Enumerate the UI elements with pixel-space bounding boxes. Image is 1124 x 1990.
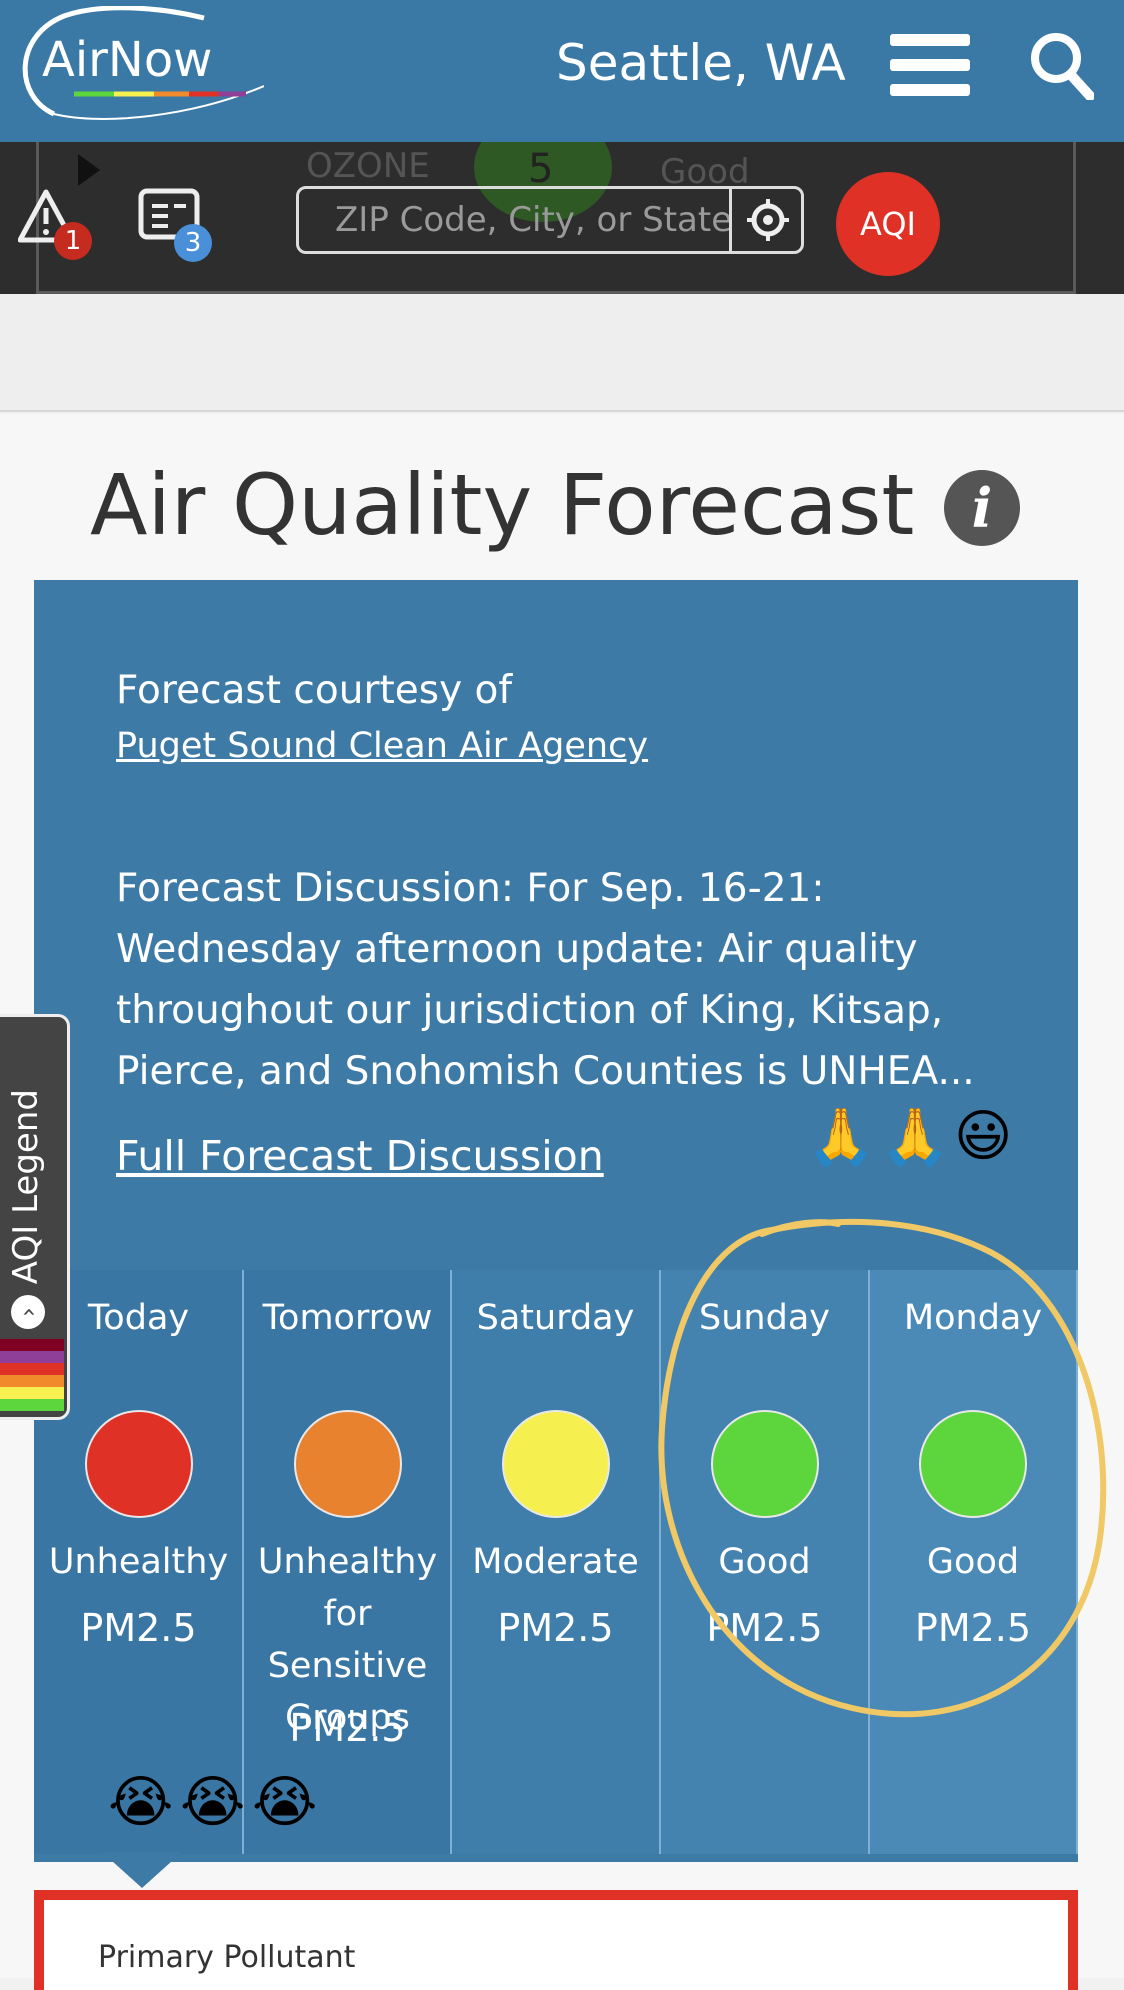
aqi-level: Unhealthy <box>48 1542 229 1582</box>
app-header: AirNow Seattle, WA <box>0 0 1124 142</box>
agency-link[interactable]: Puget Sound Clean Air Agency <box>116 726 648 766</box>
primary-pollutant-label: Primary Pollutant <box>98 1940 356 1975</box>
search-icon[interactable] <box>1028 30 1094 100</box>
aqi-button[interactable]: AQI <box>836 172 940 276</box>
courtesy-label: Forecast courtesy of <box>116 668 513 713</box>
location-search-input[interactable] <box>299 189 729 251</box>
alerts-badge: 1 <box>54 222 92 260</box>
praying-hands-emoji: 🙏 <box>880 1105 950 1170</box>
locate-button[interactable] <box>729 189 801 251</box>
day-card-saturday[interactable]: Saturday Moderate PM2.5 <box>450 1270 659 1854</box>
legend-color-swatch <box>0 1339 64 1351</box>
info-icon[interactable]: i <box>944 470 1020 546</box>
aqi-legend-tab[interactable]: › AQI Legend <box>0 1014 70 1420</box>
toolbar: OZONE 5 Good 1 3 ZIP Code, City, or Stat… <box>0 142 1124 294</box>
play-triangle-icon <box>78 154 100 186</box>
legend-color-swatch <box>0 1387 64 1399</box>
aqi-dot <box>501 1410 610 1518</box>
full-forecast-link[interactable]: Full Forecast Discussion <box>116 1132 604 1180</box>
legend-color-swatch <box>0 1351 64 1363</box>
crying-face-emoji: 😭 <box>252 1770 318 1835</box>
pollutant-label: PM2.5 <box>497 1606 614 1650</box>
chevron-right-icon: › <box>10 1295 45 1329</box>
crying-face-emoji: 😭 <box>180 1770 246 1835</box>
pollutant-label: PM2.5 <box>80 1606 197 1650</box>
aqi-legend-label: › AQI Legend <box>6 1089 46 1329</box>
logo-text: AirNow <box>42 32 213 88</box>
legend-color-swatch <box>0 1399 64 1411</box>
day-card-tomorrow[interactable]: Tomorrow Unhealthy for Sensitive Groups … <box>242 1270 451 1854</box>
praying-hands-emoji: 🙏 <box>806 1105 876 1170</box>
alerts-button[interactable]: 1 <box>17 188 92 260</box>
aqi-color-scale <box>0 1339 64 1413</box>
location-search-box <box>296 186 804 254</box>
aqi-level: Moderate <box>472 1542 639 1582</box>
spacer-band <box>0 294 1124 412</box>
pollutant-label: PM2.5 <box>289 1706 406 1750</box>
forecast-discussion: Forecast Discussion: For Sep. 16-21: Wed… <box>116 866 975 1094</box>
aqi-dot <box>84 1410 193 1518</box>
menu-icon[interactable] <box>890 34 970 96</box>
legend-color-swatch <box>0 1363 64 1375</box>
crying-face-emoji: 😭 <box>108 1770 174 1835</box>
smile-emoji: 😃 <box>954 1104 1013 1169</box>
day-name: Saturday <box>476 1298 635 1338</box>
location-label[interactable]: Seattle, WA <box>556 34 846 92</box>
selected-day-indicator <box>102 1852 182 1888</box>
background-pollutant: OZONE <box>306 146 430 186</box>
legend-color-swatch <box>0 1375 64 1387</box>
page-title: Air Quality Forecast <box>90 456 915 554</box>
reports-badge: 3 <box>174 224 212 262</box>
day-name: Tomorrow <box>262 1298 433 1338</box>
highlight-circle-annotation <box>658 1218 1107 1718</box>
primary-pollutant-box: Primary Pollutant <box>34 1890 1078 1990</box>
reports-button[interactable]: 3 <box>138 188 218 262</box>
aqi-dot <box>293 1410 402 1518</box>
crosshair-icon <box>747 199 789 241</box>
